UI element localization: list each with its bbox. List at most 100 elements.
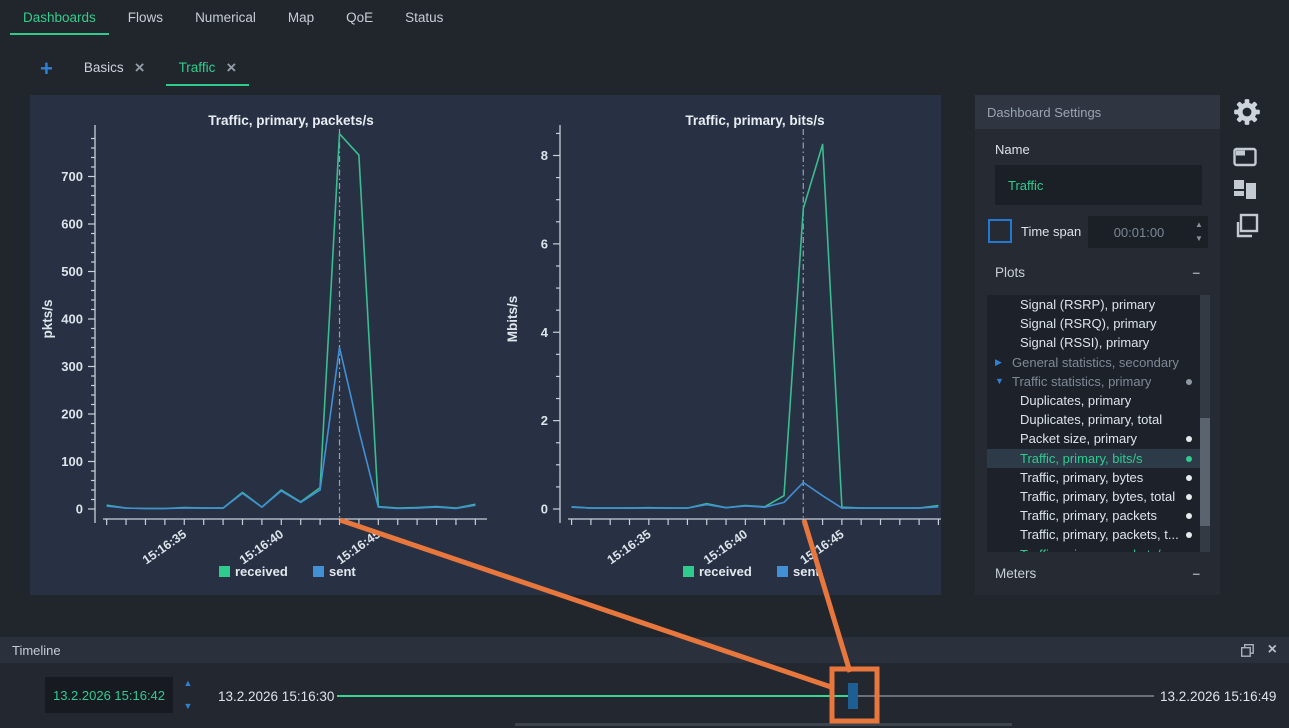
plot-item[interactable]: Signal (RSRP), primary — [987, 295, 1210, 314]
plot-item[interactable]: Packet size, primary — [987, 429, 1210, 448]
y-tick-label: 400 — [61, 312, 83, 327]
plot-item-label: Traffic statistics, primary — [1012, 374, 1151, 389]
tab-traffic[interactable]: Traffic× — [166, 53, 250, 86]
plot-item[interactable]: Traffic, primary, bits/s — [987, 449, 1210, 468]
timeline-titlebar: Timeline × — [0, 637, 1289, 663]
spin-up-icon[interactable]: ▲ — [180, 679, 196, 688]
legend-received-label: received — [235, 564, 288, 579]
nav-item-qoe[interactable]: QoE — [333, 6, 386, 35]
plot-item-label: Traffic, primary, bits/s — [1020, 451, 1143, 466]
expand-arrow-icon[interactable]: ▶ — [995, 357, 1012, 368]
plot-item-label: General statistics, secondary — [1012, 355, 1179, 370]
nav-item-status[interactable]: Status — [392, 6, 456, 35]
plots-section-label: Plots — [995, 265, 1025, 280]
plot-item[interactable]: Signal (RSRQ), primary — [987, 314, 1210, 333]
plot-item-label: Duplicates, primary — [1020, 393, 1131, 408]
x-tick-label: 15:16:45 — [798, 527, 847, 567]
charts-panel[interactable]: 010020030040050060070015:16:3515:16:4015… — [30, 95, 941, 595]
spin-down-icon[interactable]: ▼ — [180, 702, 196, 711]
sent-series-line — [572, 483, 939, 509]
legend-sent-label: sent — [793, 564, 820, 579]
nav-item-map[interactable]: Map — [275, 6, 327, 35]
plot-item[interactable]: Duplicates, primary, total — [987, 410, 1210, 429]
duplicate-view-icon[interactable] — [1233, 213, 1259, 244]
chart-title: Traffic, primary, bits/s — [685, 113, 824, 128]
tab-label: Basics — [84, 60, 124, 75]
restore-window-icon[interactable] — [1241, 644, 1254, 657]
x-tick-label: 15:16:35 — [605, 527, 654, 567]
dashboard-tabbar: + Basics×Traffic× — [30, 53, 249, 86]
plot-visible-dot — [1186, 494, 1192, 500]
plot-item[interactable]: Duplicates, primary — [987, 391, 1210, 410]
chart-title: Traffic, primary, packets/s — [208, 113, 374, 128]
tab-basics[interactable]: Basics × — [71, 53, 158, 86]
dashboard-name-input[interactable] — [995, 165, 1202, 205]
plot-item-label: Traffic, primary, packets, t... — [1020, 527, 1179, 542]
meters-collapse-button[interactable]: – — [1192, 566, 1200, 581]
plot-item[interactable]: Signal (RSSI), primary — [987, 333, 1210, 352]
tab-close-icon[interactable]: × — [226, 61, 236, 75]
timeline-elapsed-track[interactable] — [337, 695, 848, 697]
add-tab-button[interactable]: + — [30, 58, 63, 86]
panel-title-text: Dashboard Settings — [987, 105, 1101, 120]
plots-scrollbar[interactable] — [1200, 295, 1210, 552]
plots-collapse-button[interactable]: – — [1192, 265, 1200, 280]
plots-section-header: Plots – — [975, 265, 1220, 280]
collapse-arrow-icon[interactable]: ▼ — [995, 376, 1012, 386]
plot-item[interactable]: Traffic, primary, bytes, total — [987, 487, 1210, 506]
close-timeline-icon[interactable]: × — [1268, 642, 1277, 658]
nav-item-dashboards[interactable]: Dashboards — [10, 6, 109, 35]
plot-visible-dot — [1186, 456, 1192, 462]
plot-item[interactable]: Traffic, primary, packets/s — [987, 544, 1210, 552]
legend-received-swatch — [219, 566, 230, 577]
y-tick-label: 600 — [61, 217, 83, 232]
x-tick-label: 15:16:35 — [140, 527, 189, 567]
y-tick-label: 0 — [541, 502, 548, 517]
settings-gear-icon[interactable] — [1233, 98, 1261, 131]
plots-list: Signal (RSRP), primarySignal (RSRQ), pri… — [987, 295, 1210, 552]
dashboard-settings-panel: Dashboard Settings Name Time span ▲ ▼ Pl… — [975, 95, 1220, 595]
time-span-input[interactable] — [1088, 225, 1190, 240]
x-tick-label: 15:16:40 — [237, 527, 286, 567]
y-tick-label: 2 — [541, 413, 548, 428]
horizontal-scrollbar[interactable] — [515, 723, 1012, 726]
legend-received-swatch — [683, 566, 694, 577]
timeline-end-time: 13.2.2026 15:16:49 — [1160, 689, 1276, 704]
plot-item[interactable]: ▶General statistics, secondary — [987, 353, 1210, 372]
timeline-position-marker[interactable] — [848, 683, 858, 709]
plot-item-label: Traffic, primary, packets — [1020, 508, 1157, 523]
spin-down-icon[interactable]: ▼ — [1190, 235, 1208, 243]
y-tick-label: 6 — [541, 236, 548, 251]
nav-item-numerical[interactable]: Numerical — [182, 6, 269, 35]
plot-item-label: Traffic, primary, bytes, total — [1020, 489, 1175, 504]
time-span-checkbox[interactable] — [988, 219, 1012, 243]
tab-close-icon[interactable]: × — [135, 61, 145, 75]
y-tick-label: 0 — [76, 502, 83, 517]
traffic-charts[interactable]: 010020030040050060070015:16:3515:16:4015… — [30, 95, 941, 595]
plot-item[interactable]: Traffic, primary, packets — [987, 506, 1210, 525]
spin-up-icon[interactable]: ▲ — [1190, 221, 1208, 229]
new-window-icon[interactable] — [1233, 147, 1257, 172]
nav-item-flows[interactable]: Flows — [115, 6, 176, 35]
timeline-title: Timeline — [12, 643, 61, 658]
plot-item[interactable]: Traffic, primary, packets, t... — [987, 525, 1210, 544]
y-tick-label: 100 — [61, 454, 83, 469]
y-axis-label: pkts/s — [40, 299, 55, 338]
timeline-remaining-track[interactable] — [858, 695, 1154, 697]
plot-item[interactable]: ▼Traffic statistics, primary — [987, 372, 1210, 391]
y-tick-label: 300 — [61, 359, 83, 374]
y-tick-label: 500 — [61, 264, 83, 279]
name-label: Name — [995, 142, 1030, 157]
legend-received-label: received — [699, 564, 752, 579]
sent-series-line — [107, 348, 476, 509]
timeline-panel: ▲ ▼ 13.2.2026 15:16:30 13.2.2026 15:16:4… — [0, 663, 1289, 728]
tabs-container: Basics×Traffic× — [71, 53, 249, 86]
plots-scrollbar-thumb[interactable] — [1200, 418, 1210, 526]
dashboard-layout-icon[interactable] — [1233, 178, 1257, 207]
plot-item[interactable]: Traffic, primary, bytes — [987, 468, 1210, 487]
timeline-datetime-input[interactable] — [45, 677, 173, 713]
panel-title: Dashboard Settings — [975, 95, 1220, 129]
timeline-start-time: 13.2.2026 15:16:30 — [218, 689, 334, 704]
plot-visible-dot — [1186, 475, 1192, 481]
app-window: DashboardsFlowsNumericalMapQoEStatus + B… — [0, 0, 1289, 728]
